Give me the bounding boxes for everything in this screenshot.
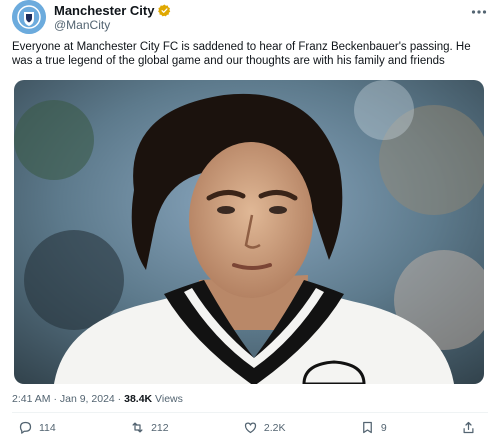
like-button[interactable]: 2.2K [243, 420, 286, 435]
tweet-time[interactable]: 2:41 AM [12, 393, 51, 405]
player-portrait-image [14, 80, 484, 384]
club-crest-icon [12, 0, 46, 34]
repost-button[interactable]: 212 [130, 420, 169, 435]
like-count: 2.2K [263, 421, 286, 434]
verified-badge-icon [158, 4, 171, 16]
tweet-meta: 2:41 AM · Jan 9, 2024 · 38.4K Views [12, 393, 183, 405]
bookmark-count: 9 [380, 421, 387, 434]
like-icon [244, 422, 257, 434]
tweet-header: Manchester City @ManCity [12, 0, 171, 34]
tweet-text: Everyone at Manchester City FC is sadden… [12, 41, 471, 67]
reply-button[interactable]: 114 [18, 420, 56, 435]
tweet-date[interactable]: Jan 9, 2024 [60, 393, 115, 405]
share-button[interactable] [461, 420, 482, 435]
reply-icon [19, 421, 32, 434]
account-name[interactable]: Manchester City [54, 3, 154, 18]
tweet-card: Manchester City @ManCity Everyone at Man… [0, 0, 500, 440]
divider [12, 412, 488, 413]
repost-icon [132, 422, 143, 433]
bookmark-button[interactable]: 9 [360, 420, 387, 435]
views-count: 38.4K [124, 393, 153, 405]
avatar[interactable] [12, 0, 46, 34]
more-icon[interactable] [470, 3, 488, 26]
tweet-photo[interactable] [14, 80, 484, 384]
account-name-row: Manchester City [54, 3, 171, 18]
action-bar: 114 212 2.2K 9 [18, 420, 482, 435]
account-names: Manchester City @ManCity [54, 3, 171, 32]
share-icon [463, 421, 474, 434]
meta-separator: · [114, 393, 125, 405]
bookmark-icon [362, 421, 372, 434]
account-handle[interactable]: @ManCity [54, 18, 171, 32]
meta-separator: · [50, 393, 60, 405]
reply-count: 114 [39, 421, 56, 434]
views-label: Views [152, 393, 183, 405]
repost-count: 212 [151, 421, 169, 434]
